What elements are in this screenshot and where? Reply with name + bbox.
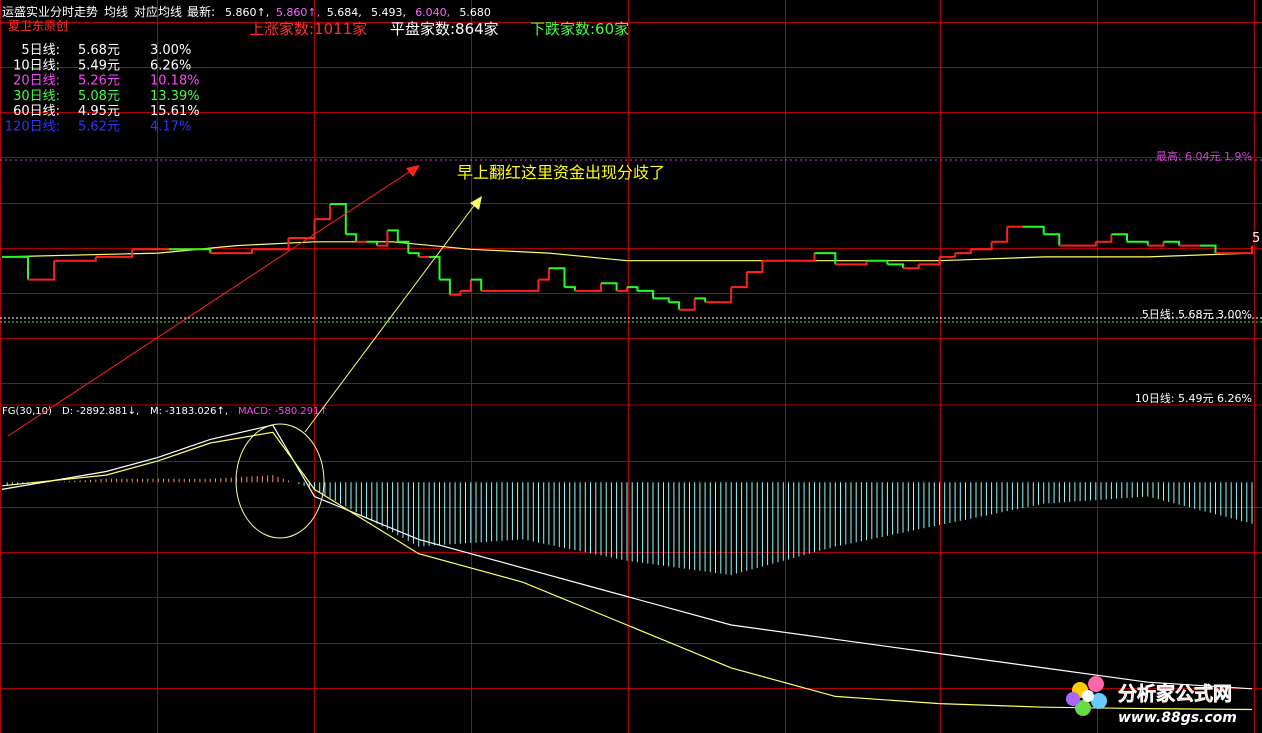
ma5-right-label: 5日线: 5.68元 3.00%: [1142, 307, 1252, 321]
quote-value: 6.040,: [415, 6, 450, 19]
watermark-url: www.88gs.com: [1118, 710, 1237, 726]
latest-label: 最新:: [187, 4, 215, 19]
chart-title: 运盛实业分时走势: [2, 4, 98, 19]
avg-line-label[interactable]: 均线: [104, 5, 128, 19]
quote-value: 5.493,: [371, 6, 406, 19]
axis-edge-label: 5: [1252, 231, 1260, 246]
ma-label: 5日线:: [21, 43, 60, 58]
ma-price: 5.08元: [78, 89, 120, 104]
ma-pct: 4.17%: [150, 120, 191, 135]
quote-value: 5.860↑,: [225, 6, 269, 19]
indicator-macd: MACD: -580.291↑: [238, 406, 328, 417]
corr-avg-line-label[interactable]: 对应均线: [134, 4, 182, 19]
quote-value: 5.684,: [327, 6, 362, 19]
quote-value: 5.680: [459, 6, 491, 19]
ma-pct: 10.18%: [150, 74, 200, 89]
ma-pct: 6.26%: [150, 58, 191, 73]
ma-price: 5.49元: [78, 58, 120, 73]
breadth-down: 下跌家数:60家: [530, 20, 629, 38]
breadth-up: 上涨家数:1011家: [249, 20, 367, 38]
ma-label: 60日线:: [13, 104, 60, 119]
ma-price: 5.68元: [78, 43, 120, 58]
breadth-flat: 平盘家数:864家: [390, 20, 499, 38]
indicator-m: M: -3183.026↑,: [150, 406, 228, 417]
indicator-d: D: -2892.881↓,: [62, 406, 139, 417]
annotation-text: 早上翻红这里资金出现分歧了: [457, 163, 665, 182]
ma-label: 30日线:: [13, 89, 60, 104]
ma-list: 5日线: 5.68元 3.00% 10日线: 5.49元 6.26% 20日线: 5.26元 1…: [5, 43, 200, 135]
quote-value: 5.860↑,: [276, 6, 320, 19]
intraday-chart: 运盛实业分时走势 均线 对应均线 最新: 5.860↑, 5.860↑, 5.684…: [0, 0, 1262, 733]
ma-label: 20日线:: [13, 74, 60, 89]
ma10-right-label: 10日线: 5.49元 6.26%: [1135, 391, 1252, 405]
ma-label: 10日线:: [13, 58, 60, 73]
ma-price: 5.62元: [78, 120, 120, 135]
ma-pct: 3.00%: [150, 43, 191, 58]
source-label: 夏卫东原创: [8, 19, 68, 33]
ma-label: 120日线:: [5, 120, 60, 135]
ma-pct: 13.39%: [150, 89, 200, 104]
high-label: 最高: 6.04元 1.9%: [1156, 149, 1252, 163]
watermark-name: 分析家公式网: [1118, 682, 1232, 705]
ma-pct: 15.61%: [150, 104, 200, 119]
ma-price: 4.95元: [78, 104, 120, 119]
ma-price: 5.26元: [78, 74, 120, 89]
